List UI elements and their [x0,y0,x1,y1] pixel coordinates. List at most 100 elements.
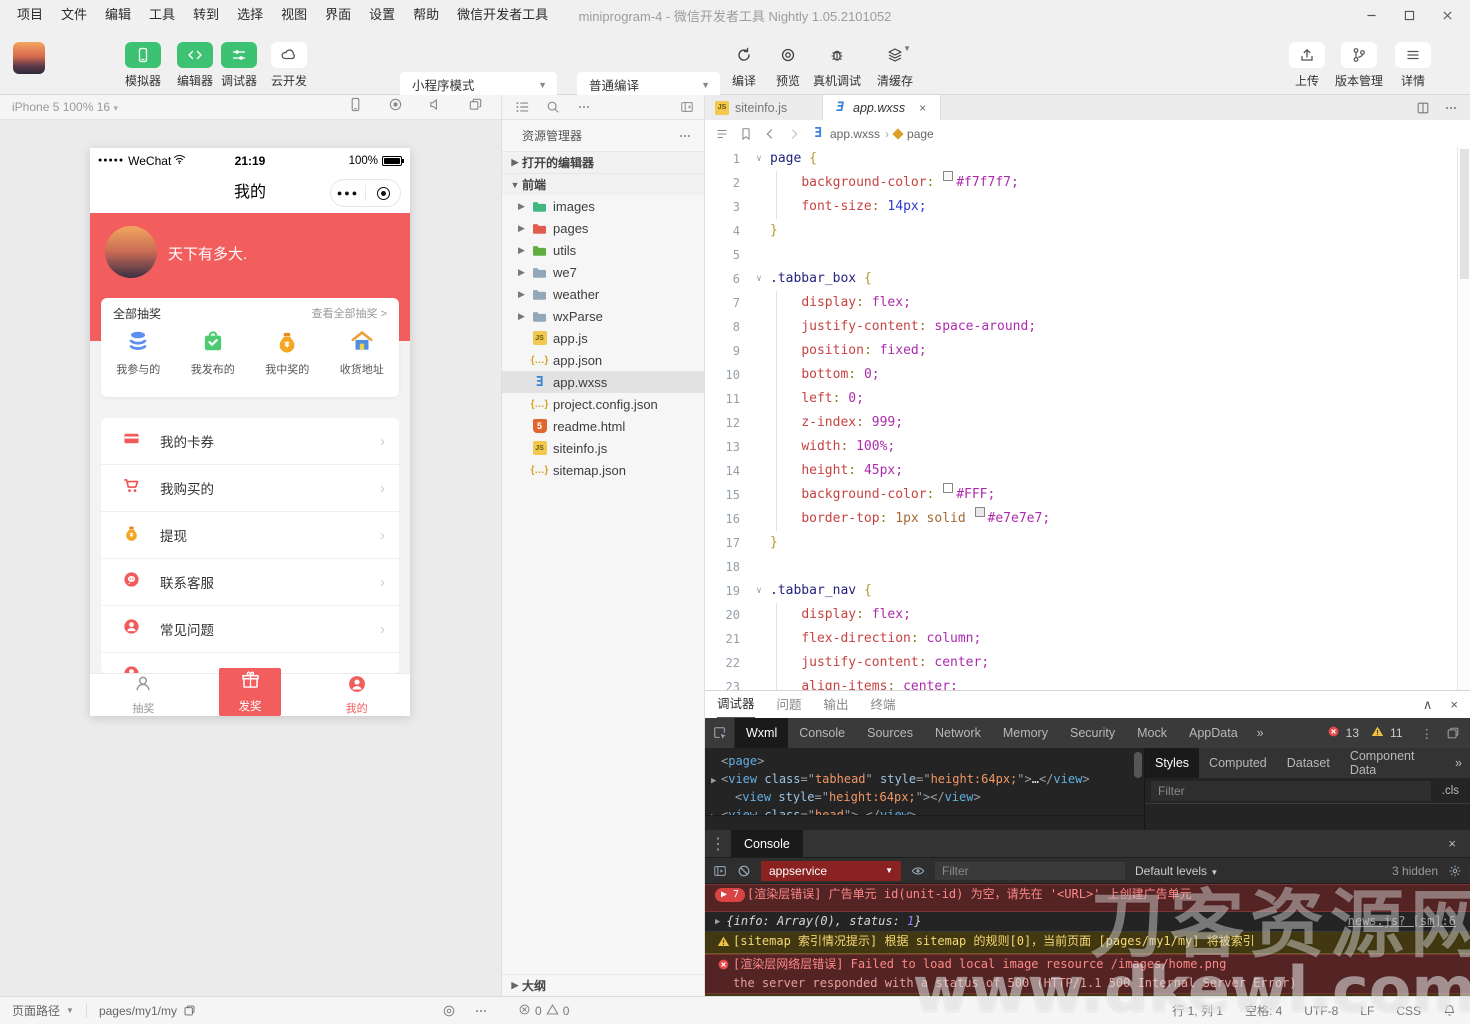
more-menu-icon[interactable]: ●●● [331,188,365,198]
tree-item-weather[interactable]: ▶weather [502,283,704,305]
mute-icon[interactable] [428,97,443,117]
menu-item-视图[interactable]: 视图 [272,0,316,30]
multi-window-icon[interactable] [468,97,483,117]
toolbar-button-branch[interactable]: 版本管理 [1330,42,1388,89]
toolbar-button-details[interactable]: 详情 [1390,42,1436,89]
record-icon[interactable] [388,97,403,117]
debugger-tab-调试器[interactable]: 调试器 [717,691,755,719]
console-source-link[interactable]: news.js? [sm]:6 [1342,912,1462,931]
more-icon[interactable] [577,100,591,114]
section-root[interactable]: ▼前端 [502,173,704,195]
toolbar-button-sliders[interactable]: 调试器 [213,42,265,89]
console-settings-gear-icon[interactable] [1448,864,1462,878]
devtools-tab-Mock[interactable]: Mock [1126,718,1178,748]
menu-item-界面[interactable]: 界面 [316,0,360,30]
menu-item-service[interactable]: 联系客服› [101,559,399,606]
menu-item-moneybag[interactable]: 提现› [101,512,399,559]
tab-发奖[interactable]: 发奖 [197,674,304,716]
exit-miniprogram-icon[interactable] [366,187,400,200]
notifications-bell-icon[interactable] [1443,1004,1456,1017]
code-area[interactable]: 1∨page {2 background-color: #f7f7f7;3 fo… [705,147,1470,690]
preview-eye-icon[interactable] [442,1004,456,1018]
expand-arrow-icon[interactable]: ▶ [713,912,726,927]
problems-summary[interactable]: 0 0 [502,1003,705,1019]
menu-item-项目[interactable]: 项目 [8,0,52,30]
language-mode[interactable]: CSS [1396,1004,1421,1018]
more-tabs-icon[interactable]: » [1447,756,1470,770]
eol[interactable]: LF [1360,1004,1374,1018]
view-all-lottery-link[interactable]: 查看全部抽奖 > [312,305,387,321]
collapse-panel-icon[interactable]: ∧ [1423,697,1433,713]
undock-icon[interactable] [1446,726,1460,740]
clear-console-icon[interactable] [737,864,751,878]
menu-item-文件[interactable]: 文件 [52,0,96,30]
tree-item-sitemap.json[interactable]: {…}sitemap.json [502,459,704,481]
copy-path-icon[interactable] [183,1004,196,1017]
wxml-dom-row[interactable]: <view style="height:64px;"></view> [705,788,1144,806]
elements-scrollbar[interactable] [1134,752,1142,778]
live-expression-eye-icon[interactable] [911,864,925,878]
toolbar-action-refresh[interactable]: 编译 [722,42,766,89]
page-path-label[interactable]: 页面路径 [12,1002,60,1019]
toolbar-button-cloud[interactable]: 云开发 [263,42,315,89]
avatar[interactable] [13,42,45,74]
tab-我的[interactable]: 我的 [303,674,410,716]
tree-item-app.js[interactable]: JSapp.js [502,327,704,349]
tree-item-siteinfo.js[interactable]: JSsiteinfo.js [502,437,704,459]
log-levels-select[interactable]: Default levels ▼ [1135,864,1218,878]
styles-tab-Component Data[interactable]: Component Data [1340,748,1447,778]
fold-icon[interactable]: ∨ [748,579,770,603]
devtools-tab-Security[interactable]: Security [1059,718,1126,748]
debugger-tab-输出[interactable]: 输出 [824,692,849,718]
menu-item-微信开发者工具[interactable]: 微信开发者工具 [448,0,557,30]
shortcut-bag[interactable]: 我发布的 [176,328,251,377]
more-icon[interactable] [474,1004,488,1018]
styles-tab-Styles[interactable]: Styles [1145,748,1199,778]
close-tab-icon[interactable]: × [919,101,926,115]
context-select[interactable]: appservice▼ [761,861,901,881]
wxml-dom-row[interactable]: ▶<view class="head">…</view> [705,806,1144,816]
fold-icon[interactable]: ∨ [748,267,770,291]
nav-back-icon[interactable] [763,127,777,141]
devtools-tab-AppData[interactable]: AppData [1178,718,1249,748]
breadcrumb[interactable]: Ǝ app.wxss › page [811,127,934,141]
section-open-editors[interactable]: ▶打开的编辑器 [502,151,704,173]
editor-tab-app.wxss[interactable]: Ǝapp.wxss× [823,95,941,120]
tab-抽奖[interactable]: 抽奖 [90,674,197,716]
editor-scrollbar[interactable] [1457,147,1470,690]
console-filter-input[interactable] [935,862,1125,880]
devtools-tab-Wxml[interactable]: Wxml [735,718,788,748]
more-tabs-icon[interactable]: » [1249,726,1272,740]
compile-mode-select[interactable]: 普通编译 ▼ [577,72,720,97]
minimize-icon[interactable] [1356,3,1386,27]
wxml-dom-row[interactable]: ▶<view class="tabhead" style="height:64p… [705,770,1144,788]
devtools-tab-Network[interactable]: Network [924,718,992,748]
shortcut-moneybag[interactable]: 我中奖的 [250,328,325,377]
device-select[interactable]: iPhone 5 100% 16 ▾ [12,100,118,114]
menu-item-工具[interactable]: 工具 [140,0,184,30]
shortcut-house[interactable]: 收货地址 [325,328,400,377]
indentation[interactable]: 空格: 4 [1245,1002,1282,1019]
menu-item-帮助[interactable]: 帮助 [404,0,448,30]
more-icon[interactable] [1444,101,1458,115]
expand-arrow-icon[interactable]: ▶ [711,808,721,816]
debugger-tab-终端[interactable]: 终端 [871,692,896,718]
tab-raised-button[interactable]: 发奖 [219,668,281,716]
section-outline[interactable]: ▶大纲 [502,974,704,996]
outline-list-icon[interactable] [515,100,529,114]
toolbar-action-preview[interactable]: 预览 [766,42,810,89]
console-sidebar-icon[interactable] [713,864,727,878]
outline-icon[interactable] [715,127,729,141]
editor-tab-siteinfo.js[interactable]: JSsiteinfo.js [705,95,823,120]
styles-tab-Computed[interactable]: Computed [1199,748,1277,778]
nav-forward-icon[interactable] [787,127,801,141]
toolbar-button-upload[interactable]: 上传 [1284,42,1330,89]
encoding[interactable]: UTF-8 [1304,1004,1338,1018]
menu-item-编辑[interactable]: 编辑 [96,0,140,30]
rotate-device-icon[interactable] [348,97,363,117]
menu-item-转到[interactable]: 转到 [184,0,228,30]
tree-item-utils[interactable]: ▶utils [502,239,704,261]
tree-item-we7[interactable]: ▶we7 [502,261,704,283]
devtools-tab-Console[interactable]: Console [788,718,856,748]
tree-item-app.json[interactable]: {…}app.json [502,349,704,371]
